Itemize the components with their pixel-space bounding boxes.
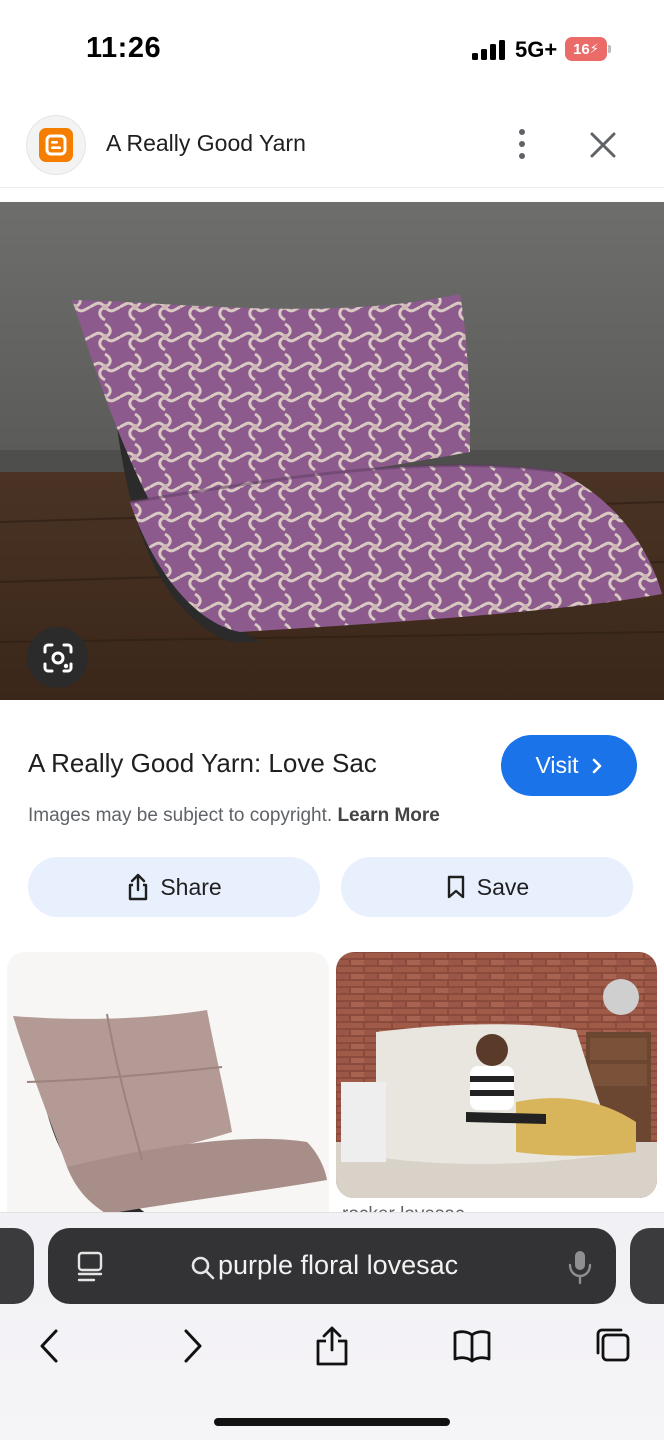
lens-glyph [43, 643, 72, 672]
share-label: Share [160, 873, 222, 900]
tab-overview-icon[interactable] [74, 1250, 106, 1284]
source-site-name[interactable]: A Really Good Yarn [106, 130, 306, 157]
result-title[interactable]: A Really Good Yarn: Love Sac [28, 748, 377, 779]
purple-lovesac-photo [0, 202, 664, 700]
cellular-signal-icon [472, 40, 505, 60]
next-tab-preview[interactable] [630, 1228, 664, 1304]
blogger-logo-mark [39, 128, 73, 162]
source-header: A Really Good Yarn [0, 104, 664, 188]
lens-icon[interactable] [27, 627, 88, 688]
battery-icon: 16 ⚡ [565, 37, 607, 61]
visit-button[interactable]: Visit [501, 735, 637, 796]
bookmark-icon [447, 875, 464, 899]
copyright-text: Images may be subject to copyright. [28, 805, 333, 826]
related-image-tan-lovesac[interactable] [7, 952, 329, 1214]
network-type: 5G+ [515, 37, 558, 62]
brick-wall-lovesac-photo [336, 952, 657, 1198]
battery-nub [608, 45, 611, 53]
save-button[interactable]: Save [341, 857, 633, 917]
save-label: Save [476, 873, 530, 900]
search-icon [191, 1256, 215, 1280]
main-result-image[interactable] [0, 202, 664, 700]
forward-icon[interactable] [172, 1325, 212, 1367]
status-time: 11:26 [86, 32, 162, 64]
back-icon[interactable] [30, 1325, 70, 1367]
tan-lovesac-photo [7, 952, 329, 1214]
address-text[interactable]: purple floral lovesac [218, 1250, 458, 1281]
status-bar: 11:26 5G+ 16 ⚡ [0, 0, 664, 96]
chevron-right-icon [592, 758, 601, 773]
previous-tab-preview[interactable] [0, 1228, 34, 1304]
share-button[interactable]: Share [28, 857, 320, 917]
bookmarks-icon[interactable] [452, 1325, 492, 1367]
browser-bottom-bar: purple floral lovesac [0, 1212, 664, 1440]
microphone-icon[interactable] [566, 1248, 594, 1286]
related-image-rocker-lovesac[interactable] [336, 952, 657, 1198]
more-vert-icon[interactable] [506, 124, 538, 164]
visit-label: Visit [535, 752, 579, 778]
home-indicator [214, 1418, 450, 1426]
copyright-notice: Images may be subject to copyright. Lear… [28, 805, 440, 827]
learn-more-link[interactable]: Learn More [337, 805, 439, 826]
share-icon[interactable] [312, 1325, 352, 1367]
address-bar[interactable]: purple floral lovesac [48, 1228, 616, 1304]
share-icon [129, 873, 148, 901]
close-icon[interactable] [584, 126, 622, 164]
blogger-logo-icon[interactable] [26, 115, 86, 175]
blogger-b-icon [45, 134, 67, 156]
battery-level: 16 [573, 40, 590, 58]
tabs-icon[interactable] [592, 1325, 632, 1367]
